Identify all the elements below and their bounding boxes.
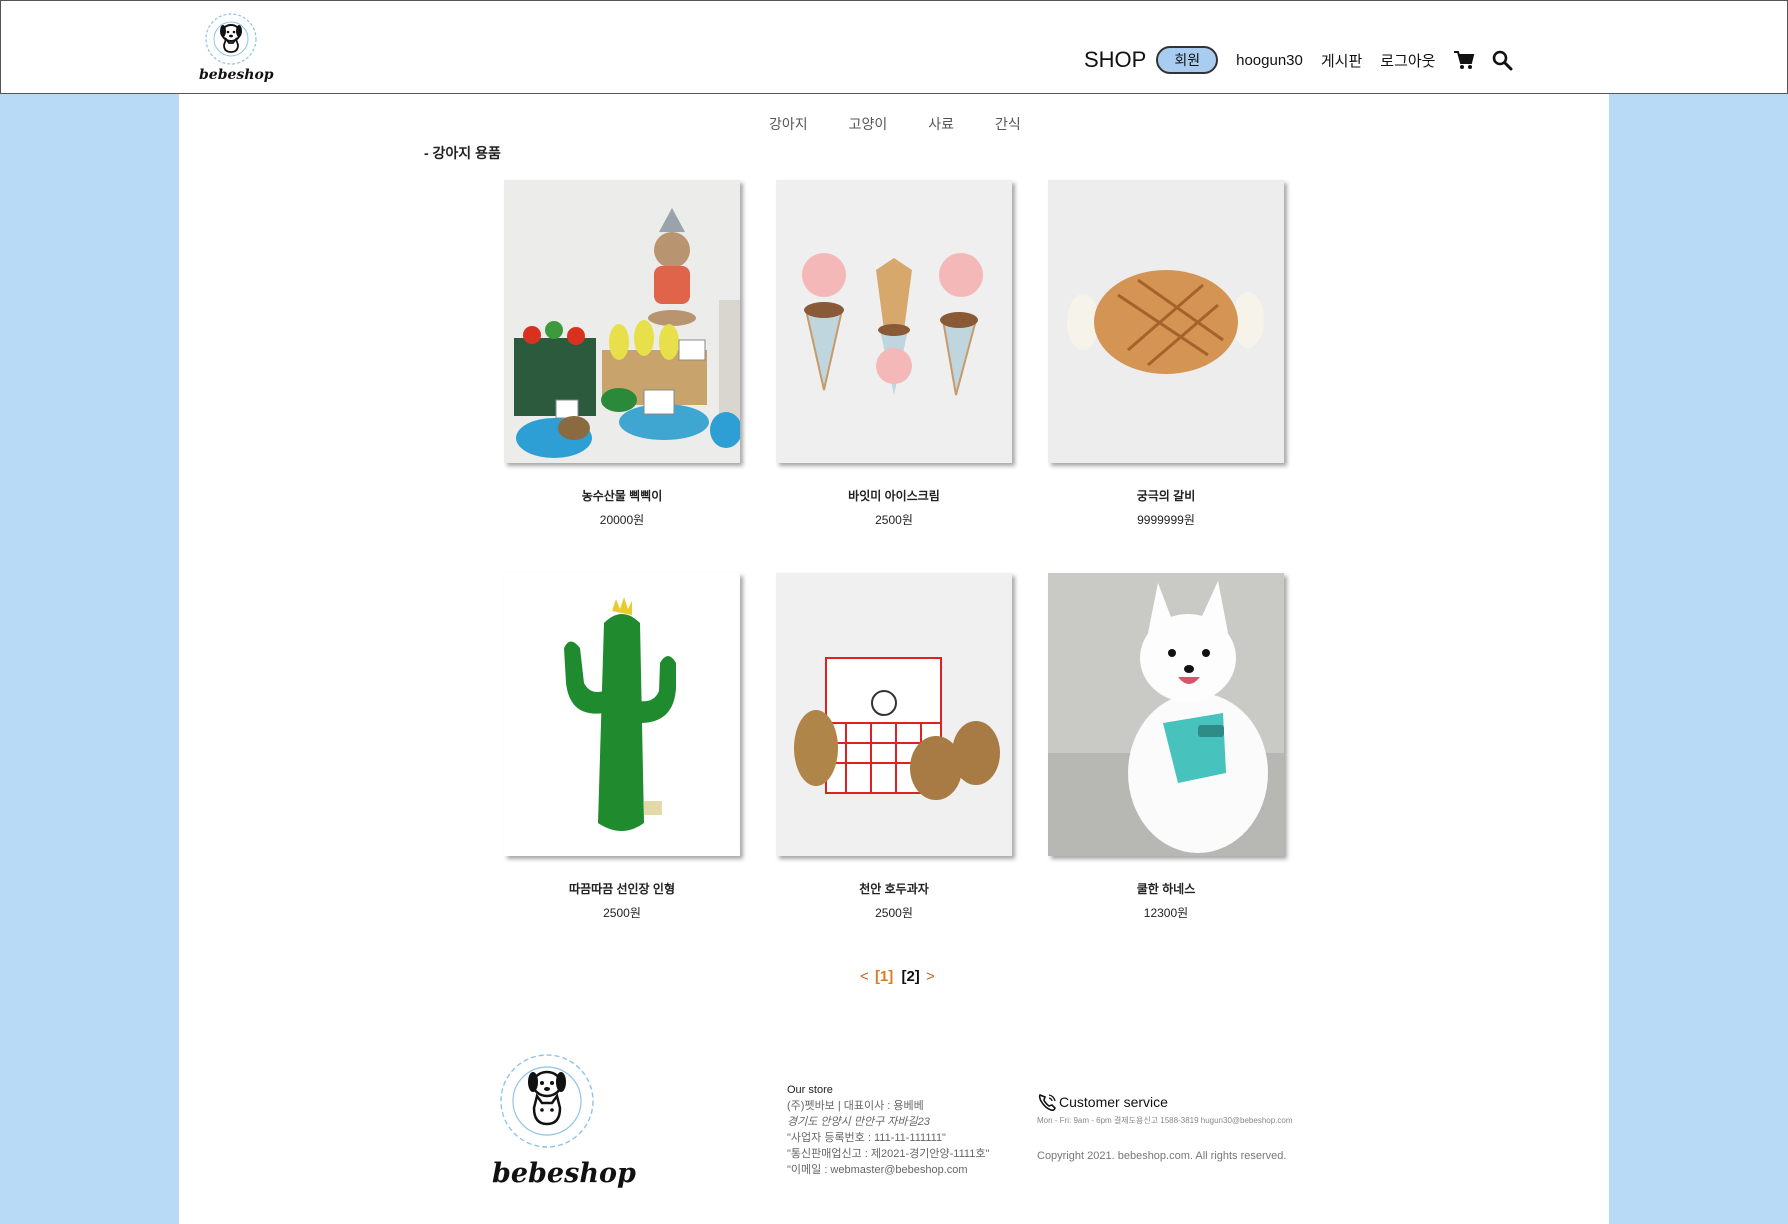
site-header: bebeshop SHOP 회원 hoogun30 게시판 로그아웃 — [0, 0, 1788, 94]
product-image-cactus-toy[interactable] — [504, 573, 740, 856]
product-price: 2500원 — [603, 906, 641, 920]
product-price: 9999999원 — [1137, 513, 1195, 527]
page-2-link[interactable]: [2] — [901, 968, 919, 985]
product-image-harness-dog[interactable] — [1048, 573, 1284, 856]
customer-service-label: Customer service — [1059, 1094, 1168, 1110]
top-nav: SHOP 회원 hoogun30 게시판 로그아웃 — [1084, 45, 1529, 75]
pagination: < [1] [2] > — [860, 968, 935, 985]
category-feed[interactable]: 사료 — [928, 114, 954, 134]
logo-brand-text: bebeshop — [199, 67, 274, 83]
store-address: 경기도 안양시 만안구 자바길23 — [787, 1116, 930, 1128]
product-card[interactable]: 농수산물 삑삑이 20000원 — [504, 180, 740, 528]
main-content: 강아지 고양이 사료 간식 - 강아지 용품 농수산물 삑삑이 20000원 바… — [179, 94, 1609, 1224]
product-name[interactable]: 궁극의 갈비 — [1048, 487, 1284, 504]
phone-icon — [1037, 1092, 1059, 1112]
nav-username[interactable]: hoogun30 — [1236, 52, 1303, 69]
product-card[interactable]: 궁극의 갈비 9999999원 — [1048, 180, 1284, 528]
next-page-arrow[interactable]: > — [926, 968, 935, 985]
product-card[interactable]: 천안 호두과자 2500원 — [776, 573, 1012, 921]
dog-cat-logo-icon — [500, 1054, 594, 1148]
store-business-number: "사업자 등록번호 : 111-11-111111" — [787, 1132, 946, 1144]
page-1-current[interactable]: [1] — [875, 968, 893, 985]
product-name[interactable]: 바잇미 아이스크림 — [776, 487, 1012, 504]
category-menu: 강아지 고양이 사료 간식 — [769, 114, 1062, 134]
product-name[interactable]: 천안 호두과자 — [776, 880, 1012, 897]
store-mail-order-number: "통신판매업신고 : 제2021-경기안양-1111호" — [787, 1148, 990, 1160]
product-image-veggie-toys[interactable] — [504, 180, 740, 463]
footer-logo: bebeshop — [492, 1046, 636, 1196]
category-dog[interactable]: 강아지 — [769, 114, 808, 134]
product-image-bone-toy[interactable] — [1048, 180, 1284, 463]
product-name[interactable]: 농수산물 삑삑이 — [504, 487, 740, 504]
customer-service-title: Customer service — [1037, 1092, 1293, 1112]
product-price: 2500원 — [875, 906, 913, 920]
product-price: 12300원 — [1143, 906, 1189, 920]
dog-cat-logo-icon — [205, 13, 257, 65]
product-image-walnut-toy[interactable] — [776, 573, 1012, 856]
category-cat[interactable]: 고양이 — [849, 114, 888, 134]
store-title: Our store — [787, 1084, 833, 1096]
nav-shop[interactable]: SHOP — [1084, 47, 1146, 73]
category-snack[interactable]: 간식 — [995, 114, 1021, 134]
product-price: 20000원 — [599, 513, 645, 527]
product-card[interactable]: 바잇미 아이스크림 2500원 — [776, 180, 1012, 528]
nav-logout[interactable]: 로그아웃 — [1380, 50, 1435, 71]
product-card[interactable]: 쿨한 하네스 12300원 — [1048, 573, 1284, 921]
product-name[interactable]: 따끔따끔 선인장 인형 — [504, 880, 740, 897]
store-email: "이메일 : webmaster@bebeshop.com — [787, 1164, 968, 1176]
cart-icon[interactable] — [1453, 49, 1475, 71]
nav-board[interactable]: 게시판 — [1321, 50, 1362, 71]
product-image-icecream-toys[interactable] — [776, 180, 1012, 463]
nav-member-button[interactable]: 회원 — [1156, 46, 1219, 74]
store-info: Our store (주)펫바보 | 대표이사 : 용베베 경기도 안양시 만안… — [787, 1082, 989, 1178]
search-icon[interactable] — [1491, 49, 1513, 71]
product-price: 2500원 — [875, 513, 913, 527]
prev-page-arrow[interactable]: < — [860, 968, 869, 985]
copyright: Copyright 2021. bebeshop.com. All rights… — [1037, 1150, 1287, 1162]
customer-service-hours: Mon - Fri: 9am - 6pm 결제도용신고 1588-3819 hu… — [1037, 1116, 1293, 1125]
product-name[interactable]: 쿨한 하네스 — [1048, 880, 1284, 897]
customer-service: Customer service Mon - Fri: 9am - 6pm 결제… — [1037, 1092, 1293, 1162]
product-card[interactable]: 따끔따끔 선인장 인형 2500원 — [504, 573, 740, 921]
site-logo[interactable]: bebeshop — [199, 9, 274, 87]
store-company: (주)펫바보 | 대표이사 : 용베베 — [787, 1100, 924, 1112]
section-title: - 강아지 용품 — [424, 145, 501, 161]
footer-brand-text: bebeshop — [492, 1158, 636, 1189]
